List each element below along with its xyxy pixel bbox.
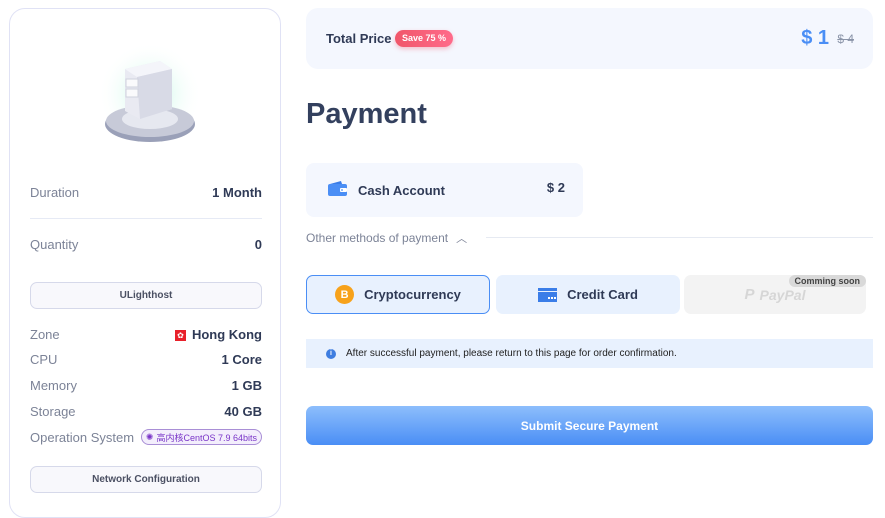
- product-summary-card: Duration 1 Month Quantity 0 ULighthost Z…: [9, 8, 281, 518]
- spec-value: 1 Core: [221, 352, 262, 367]
- spec-value: 1 Month: [212, 185, 262, 200]
- coming-soon-badge: Comming soon: [788, 275, 866, 287]
- spec-row-duration: Duration 1 Month: [30, 185, 262, 200]
- payment-method-paypal: P PayPal Comming soon: [684, 275, 866, 314]
- spec-label: Memory: [30, 378, 77, 393]
- spec-label: Zone: [30, 327, 60, 342]
- cash-account-option[interactable]: Cash Account $ 2: [306, 163, 583, 217]
- method-label: Credit Card: [567, 287, 638, 302]
- payment-notice: i After successful payment, please retur…: [306, 339, 873, 368]
- submit-payment-button[interactable]: Submit Secure Payment: [306, 406, 873, 445]
- spec-value: 40 GB: [224, 404, 262, 419]
- divider: [30, 218, 262, 219]
- network-configuration-button[interactable]: Network Configuration: [30, 466, 262, 493]
- page-title: Payment: [306, 98, 427, 130]
- spec-value: 1 GB: [231, 378, 262, 393]
- cash-account-balance: $ 2: [546, 180, 565, 195]
- os-badge: ✺ 高内核CentOS 7.9 64bits: [140, 429, 262, 445]
- total-price-label: Total Price: [326, 31, 392, 46]
- server-icon: [98, 42, 202, 146]
- spec-label: CPU: [30, 352, 58, 367]
- gear-icon: ✺: [145, 431, 154, 442]
- payment-method-credit-card[interactable]: Credit Card: [496, 275, 680, 314]
- credit-card-icon: [538, 287, 558, 302]
- total-price-value: $ 1: [801, 27, 829, 49]
- provider-button[interactable]: ULighthost: [30, 282, 262, 309]
- zone-value: Hong Kong: [191, 327, 262, 342]
- spec-value: ✿ Hong Kong: [174, 327, 262, 342]
- spec-label: Storage: [30, 404, 76, 419]
- spec-label: Duration: [30, 185, 80, 200]
- paypal-logo: P PayPal: [745, 286, 806, 303]
- spec-label: Operation System: [30, 429, 135, 445]
- chevron-up-icon: ︿: [456, 233, 468, 245]
- total-price-panel: Total Price Save 75 % $ 1 $ 4: [306, 8, 873, 69]
- spec-row-zone: Zone ✿ Hong Kong: [30, 327, 262, 342]
- cash-account-label: Cash Account: [358, 183, 445, 198]
- notice-text: After successful payment, please return …: [346, 348, 677, 359]
- original-price-value: $ 4: [837, 32, 854, 46]
- payment-method-cryptocurrency[interactable]: B Cryptocurrency: [306, 275, 490, 314]
- wallet-icon: [328, 181, 347, 196]
- hong-kong-flag-icon: ✿: [174, 330, 186, 342]
- divider: [486, 237, 873, 238]
- method-label: PayPal: [759, 286, 806, 303]
- spec-row-quantity: Quantity 0: [30, 237, 262, 252]
- spec-row-os: Operation System ✺ 高内核CentOS 7.9 64bits: [30, 429, 262, 445]
- os-value: 高内核CentOS 7.9 64bits: [156, 432, 257, 443]
- save-badge: Save 75 %: [395, 30, 454, 47]
- spec-row-cpu: CPU 1 Core: [30, 352, 262, 367]
- spec-label: Quantity: [30, 237, 79, 252]
- spec-row-storage: Storage 40 GB: [30, 404, 262, 419]
- info-icon: i: [326, 348, 336, 359]
- other-methods-toggle[interactable]: Other methods of payment ︿: [306, 230, 467, 246]
- paypal-icon: P: [744, 286, 755, 303]
- spec-value: 0: [254, 237, 262, 252]
- other-methods-label: Other methods of payment: [306, 231, 449, 245]
- method-label: Cryptocurrency: [364, 287, 461, 302]
- spec-row-memory: Memory 1 GB: [30, 378, 262, 393]
- bitcoin-icon: B: [335, 285, 355, 304]
